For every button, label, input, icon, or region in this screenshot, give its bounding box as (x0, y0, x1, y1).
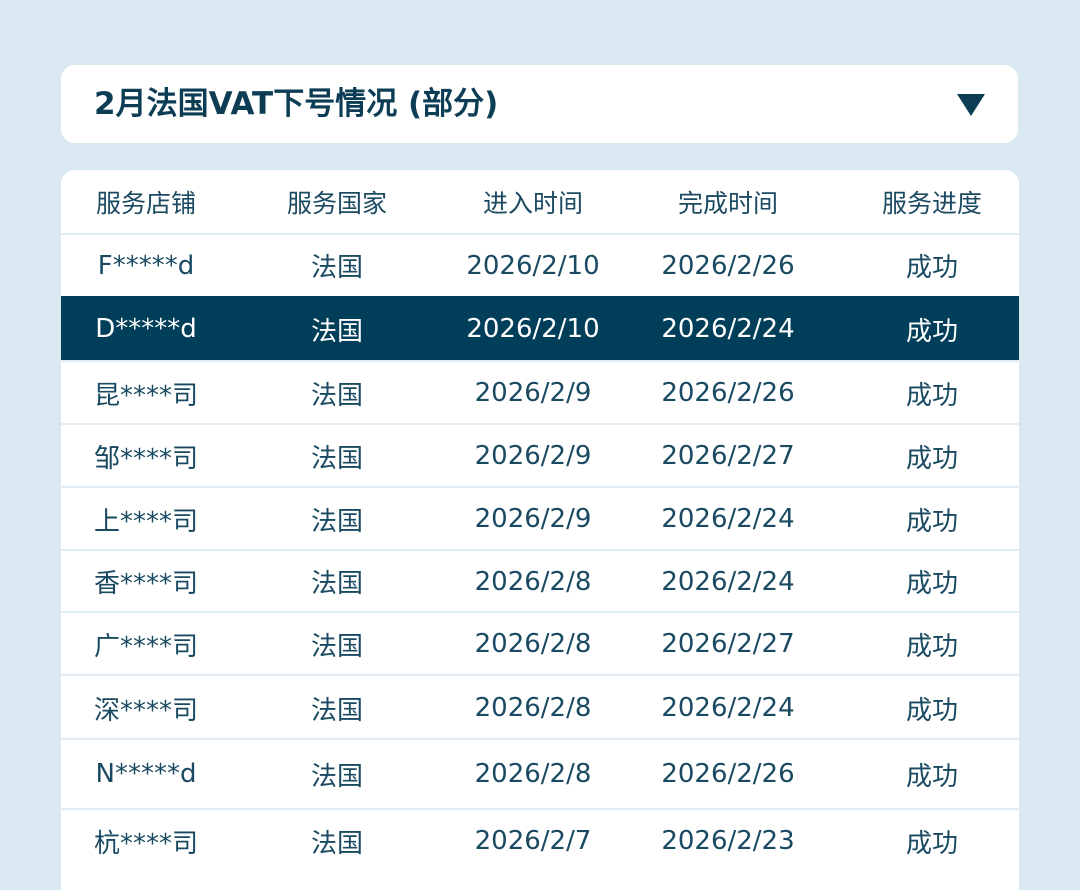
column-header-progress: 服务进度 (881, 188, 982, 218)
table-row[interactable]: 杭****司 法国 2026/2/7 2026/2/23 成功 (61, 808, 1019, 872)
cell-start-time: 2026/2/9 (474, 504, 592, 534)
cell-country: 法国 (310, 828, 363, 859)
cell-progress: 成功 (905, 761, 958, 792)
cell-start-time: 2026/2/8 (474, 759, 592, 789)
table-row[interactable]: 上****司 法国 2026/2/9 2026/2/24 成功 (61, 486, 1019, 550)
cell-country: 法国 (310, 631, 363, 662)
column-header-country: 服务国家 (286, 188, 387, 218)
triangle-down-icon[interactable] (957, 94, 985, 116)
cell-finish-time: 2026/2/26 (661, 759, 795, 789)
cell-progress: 成功 (905, 631, 958, 662)
cell-progress: 成功 (905, 443, 958, 474)
cell-finish-time: 2026/2/24 (661, 314, 795, 344)
column-header-start-time: 进入时间 (482, 188, 583, 218)
header-card[interactable]: 2月法国VAT下号情况 (部分) (61, 65, 1018, 143)
table-row[interactable]: F*****d 法国 2026/2/10 2026/2/26 成功 (61, 233, 1019, 296)
column-header-finish-time: 完成时间 (677, 188, 778, 218)
cell-start-time: 2026/2/7 (474, 826, 592, 856)
cell-finish-time: 2026/2/24 (661, 504, 795, 534)
cell-store: F*****d (97, 250, 195, 281)
table-row[interactable]: 昆****司 法国 2026/2/9 2026/2/26 成功 (61, 360, 1019, 424)
table-row[interactable]: N*****d 法国 2026/2/8 2026/2/26 成功 (61, 738, 1019, 808)
cell-progress: 成功 (905, 569, 958, 599)
cell-country: 法国 (310, 443, 363, 474)
cell-country: 法国 (310, 380, 363, 411)
table-row[interactable]: 广****司 法国 2026/2/8 2026/2/27 成功 (61, 611, 1019, 675)
cell-start-time: 2026/2/8 (474, 566, 592, 597)
cell-finish-time: 2026/2/23 (661, 826, 795, 856)
cell-store: 广****司 (93, 631, 198, 662)
data-table: 服务店铺 服务国家 进入时间 完成时间 服务进度 F*****d 法国 2026… (61, 170, 1019, 890)
column-header-store: 服务店铺 (95, 188, 196, 218)
cell-country: 法国 (310, 569, 363, 599)
cell-progress: 成功 (905, 380, 958, 411)
cell-store: 香****司 (93, 569, 198, 599)
cell-finish-time: 2026/2/27 (661, 441, 795, 471)
table-row-selected[interactable]: D*****d 法国 2026/2/10 2026/2/24 成功 (61, 296, 1019, 360)
cell-start-time: 2026/2/10 (466, 314, 600, 344)
table-row[interactable]: 邹****司 法国 2026/2/9 2026/2/27 成功 (61, 423, 1019, 487)
cell-finish-time: 2026/2/26 (661, 250, 795, 281)
table-row[interactable]: 深****司 法国 2026/2/8 2026/2/24 成功 (61, 674, 1019, 740)
cell-start-time: 2026/2/8 (474, 629, 592, 659)
cell-store: N*****d (95, 759, 197, 789)
cell-store: 深****司 (93, 695, 198, 726)
cell-start-time: 2026/2/9 (474, 441, 592, 471)
cell-finish-time: 2026/2/24 (661, 566, 795, 597)
cell-progress: 成功 (905, 253, 958, 283)
table-header: 服务店铺 服务国家 进入时间 完成时间 服务进度 (61, 170, 1019, 233)
cell-finish-time: 2026/2/24 (661, 693, 795, 723)
cell-country: 法国 (310, 761, 363, 792)
cell-store: 杭****司 (93, 828, 198, 859)
cell-start-time: 2026/2/8 (474, 693, 592, 723)
table-row[interactable]: 香****司 法国 2026/2/8 2026/2/24 成功 (61, 549, 1019, 612)
cell-country: 法国 (310, 316, 363, 347)
cell-store: 邹****司 (93, 443, 198, 474)
page-title: 2月法国VAT下号情况 (部分) (94, 86, 499, 122)
cell-country: 法国 (310, 695, 363, 726)
cell-finish-time: 2026/2/27 (661, 629, 795, 659)
cell-start-time: 2026/2/9 (474, 378, 592, 408)
cell-progress: 成功 (905, 828, 958, 859)
cell-progress: 成功 (905, 316, 958, 347)
cell-country: 法国 (310, 253, 363, 283)
cell-progress: 成功 (905, 506, 958, 537)
cell-progress: 成功 (905, 695, 958, 726)
cell-finish-time: 2026/2/26 (661, 378, 795, 408)
cell-store: 昆****司 (93, 380, 198, 411)
cell-store: D*****d (95, 314, 197, 344)
cell-start-time: 2026/2/10 (466, 250, 600, 281)
cell-country: 法国 (310, 506, 363, 537)
cell-store: 上****司 (93, 506, 198, 537)
